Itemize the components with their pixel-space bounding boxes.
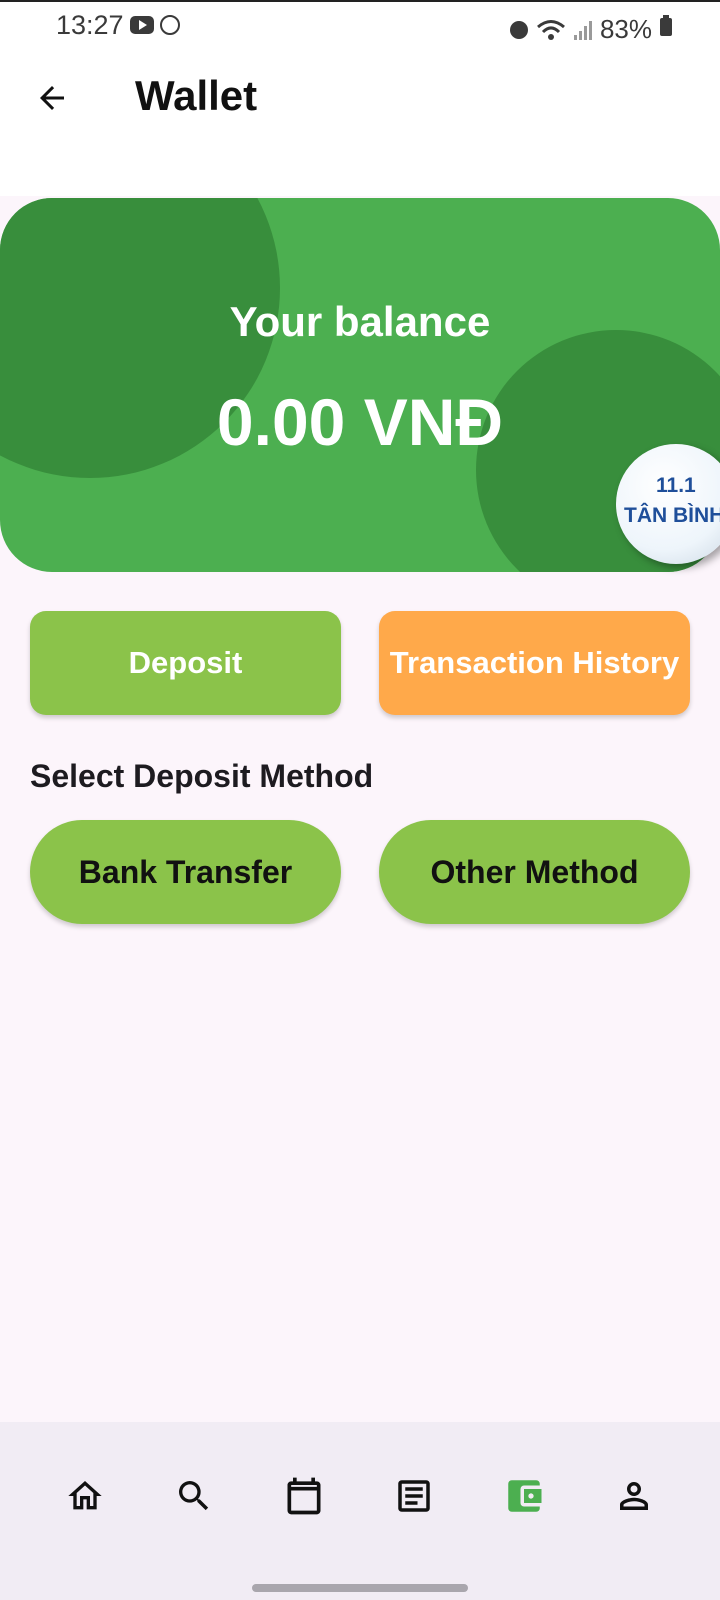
deposit-method-title: Select Deposit Method xyxy=(30,758,374,794)
transaction-history-button[interactable]: Transaction History xyxy=(379,611,690,715)
notification-icons xyxy=(130,15,180,35)
article-icon xyxy=(398,1480,430,1512)
balance-amount: 0.00 VNĐ xyxy=(216,385,504,459)
wallet-icon xyxy=(508,1480,542,1512)
nav-wallet[interactable] xyxy=(494,1466,554,1526)
balance-label: Your balance xyxy=(229,298,491,345)
nav-search[interactable] xyxy=(164,1466,224,1526)
app-bar: Wallet xyxy=(0,52,720,196)
home-indicator[interactable] xyxy=(252,1584,468,1592)
page-title: Wallet xyxy=(135,72,258,119)
arrow-back-icon xyxy=(40,86,64,110)
status-bar: 13:27 83% xyxy=(0,0,720,52)
gesture-bar xyxy=(0,1572,720,1600)
deposit-button[interactable]: Deposit xyxy=(30,611,341,715)
person-icon xyxy=(620,1482,648,1510)
back-button[interactable] xyxy=(28,74,76,122)
bank-transfer-button[interactable]: Bank Transfer xyxy=(30,820,341,924)
nav-calendar[interactable] xyxy=(274,1466,334,1526)
signal-icon xyxy=(573,20,592,40)
messenger-icon xyxy=(160,15,180,35)
nav-home[interactable] xyxy=(55,1466,115,1526)
badge-text-bottom: TÂN BÌNH xyxy=(624,504,720,527)
home-icon xyxy=(68,1481,102,1510)
badge-text-top: 11.1 xyxy=(656,474,696,497)
youtube-icon xyxy=(130,16,154,34)
alarm-icon xyxy=(509,20,528,39)
nav-articles[interactable] xyxy=(384,1466,444,1526)
calendar-icon xyxy=(287,1477,321,1515)
other-method-button[interactable]: Other Method xyxy=(379,820,690,924)
bottom-navigation xyxy=(0,1422,720,1572)
battery-percent: 83% xyxy=(599,14,652,44)
system-icons: 83% xyxy=(509,14,652,45)
wifi-icon xyxy=(536,19,565,40)
search-icon xyxy=(179,1481,209,1511)
status-time: 13:27 xyxy=(56,10,124,40)
battery-icon xyxy=(660,15,672,36)
nav-profile[interactable] xyxy=(604,1466,664,1526)
balance-card: Your balance 0.00 VNĐ xyxy=(0,198,720,572)
